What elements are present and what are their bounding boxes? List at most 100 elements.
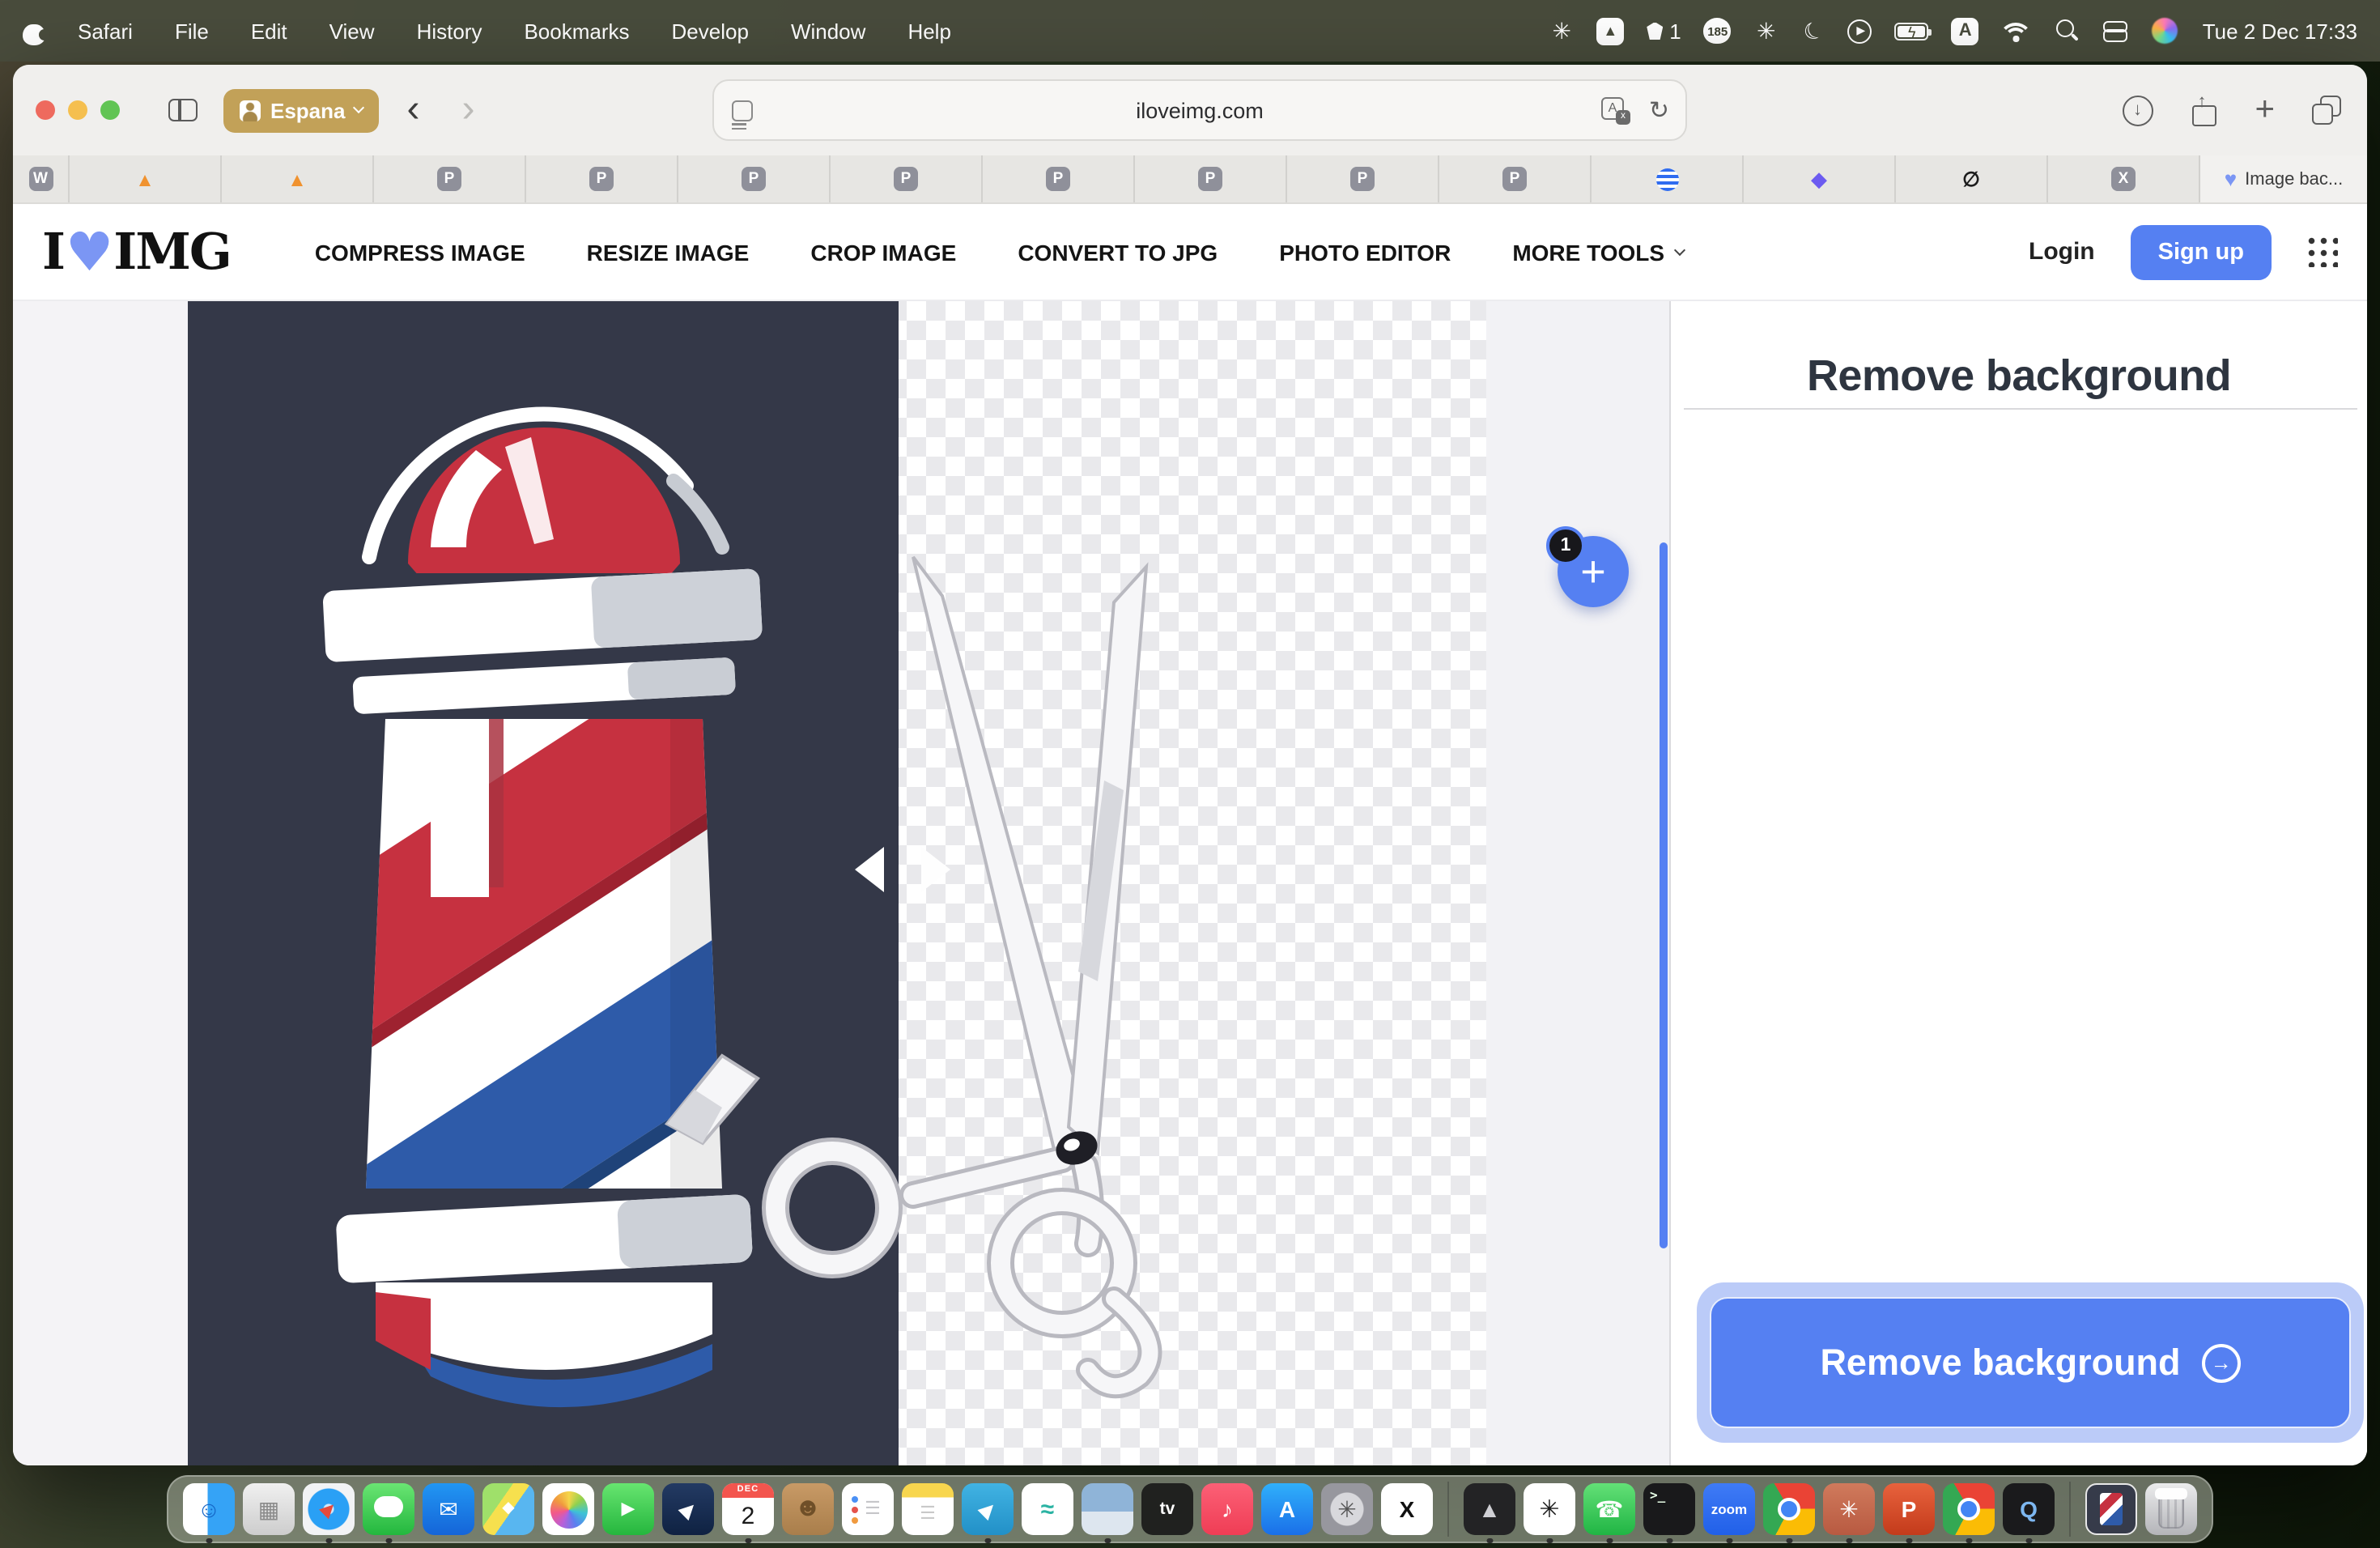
downloads-icon[interactable]: ↓ [2122, 95, 2153, 125]
nav-link[interactable]: CROP IMAGE [810, 239, 956, 265]
chrome-2[interactable] [1943, 1483, 1995, 1535]
apple-tv[interactable]: tv [1141, 1483, 1193, 1535]
pinned-tab-p-4[interactable]: P [829, 155, 981, 202]
spark-icon[interactable]: ✳ [1549, 16, 1574, 45]
whatsapp[interactable]: ☎ [1583, 1483, 1635, 1535]
login-link[interactable]: Login [2029, 238, 2095, 266]
pinned-tab-p-1[interactable]: P [372, 155, 525, 202]
quicktime[interactable]: Q [2003, 1483, 2055, 1535]
pinned-tab-p-2[interactable]: P [525, 155, 677, 202]
panel-scrollbar[interactable] [1660, 542, 1667, 1248]
new-tab-icon[interactable]: + [2255, 91, 2275, 130]
pinned-tab-p-3[interactable]: P [677, 155, 829, 202]
starburst-app[interactable]: ✳ [1823, 1483, 1875, 1535]
nav-link[interactable]: RESIZE IMAGE [587, 239, 750, 265]
telegram[interactable]: ▶ [962, 1483, 1014, 1535]
system-settings[interactable]: ✳ [1321, 1483, 1373, 1535]
active-tab[interactable]: ♥ Image bac... [2199, 155, 2367, 202]
preview-image-app[interactable] [1082, 1483, 1133, 1535]
trash[interactable] [2145, 1483, 2197, 1535]
capcut[interactable]: X [1381, 1483, 1433, 1535]
nav-link[interactable]: PHOTO EDITOR [1279, 239, 1451, 265]
spotlight-search-icon[interactable] [2054, 18, 2080, 44]
menubar-item[interactable]: Help [907, 19, 951, 43]
powerpoint[interactable]: P [1883, 1483, 1935, 1535]
sidebar-toggle-icon[interactable] [168, 99, 198, 121]
menubar-item[interactable]: Develop [672, 19, 749, 43]
control-center-icon[interactable] [2102, 17, 2130, 45]
nav-link[interactable]: MORE TOOLS [1512, 239, 1684, 265]
contacts[interactable]: ☻ [782, 1483, 834, 1535]
chatgpt[interactable]: ✳ [1524, 1483, 1575, 1535]
nav-link[interactable]: COMPRESS IMAGE [315, 239, 525, 265]
input-source-icon[interactable]: A [1952, 17, 1979, 45]
signup-button[interactable]: Sign up [2131, 224, 2272, 279]
battery-percent-185-icon[interactable]: 185 [1704, 16, 1732, 45]
3d-tool[interactable]: ▲ [1464, 1483, 1515, 1535]
play-circle-icon[interactable]: ▶ [1848, 19, 1872, 43]
pinned-tab-p-7[interactable]: P [1286, 155, 1438, 202]
safari[interactable]: ▶ [303, 1483, 355, 1535]
shortcuts-icon[interactable]: ▲ [1596, 17, 1624, 45]
pinned-tab-cloud-2[interactable]: ▲ [220, 155, 372, 202]
compare-slider-right-arrow[interactable] [921, 847, 950, 892]
pinned-tab-diamond[interactable]: ◆ [1742, 155, 1894, 202]
pinned-tab-slash[interactable]: ∅ [1894, 155, 2046, 202]
menubar-item[interactable]: Window [791, 19, 866, 43]
calendar[interactable]: DEC 2 [722, 1483, 774, 1535]
facetime[interactable]: ▶ [602, 1483, 654, 1535]
remove-background-button[interactable]: Remove background → [1710, 1297, 2351, 1428]
share-icon[interactable] [2190, 95, 2217, 125]
terminal[interactable]: >_ [1643, 1483, 1695, 1535]
close-button[interactable] [36, 100, 55, 120]
zoom[interactable]: zoom [1703, 1483, 1755, 1535]
address-bar[interactable]: iloveimg.com ↻ [712, 79, 1687, 141]
reader-view-icon[interactable] [732, 100, 753, 121]
app-store[interactable]: A [1261, 1483, 1313, 1535]
menubar-item[interactable]: History [417, 19, 482, 43]
minimize-button[interactable] [68, 100, 87, 120]
forward-button[interactable]: › [448, 94, 490, 126]
barber-image-file[interactable] [2085, 1483, 2137, 1535]
dock-divider-2[interactable] [2069, 1482, 2071, 1537]
freeform[interactable]: ≈ [1022, 1483, 1073, 1535]
messages[interactable] [363, 1483, 414, 1535]
finder[interactable]: ☺ [183, 1483, 235, 1535]
tab-overview-icon[interactable] [2312, 96, 2341, 125]
maps[interactable]: ◆ [482, 1483, 534, 1535]
chatgpt-icon[interactable]: ✳ [1754, 16, 1779, 45]
notes[interactable]: ☰ [902, 1483, 954, 1535]
zoom-button[interactable] [100, 100, 120, 120]
dock-divider-1[interactable] [1447, 1482, 1449, 1537]
photos[interactable] [542, 1483, 594, 1535]
tab-group-button[interactable]: Espana [223, 88, 380, 132]
menubar-item[interactable]: Edit [251, 19, 287, 43]
pinned-tab-stripes[interactable]: ≋ [1590, 155, 1742, 202]
launchpad[interactable]: ▦ [243, 1483, 295, 1535]
menubar-item[interactable]: File [175, 19, 209, 43]
reload-icon[interactable]: ↻ [1649, 96, 1669, 125]
notification-count-icon[interactable]: 1 [1647, 16, 1681, 45]
pinned-tab-w[interactable]: W [13, 155, 68, 202]
apple-menu-icon[interactable] [23, 17, 45, 45]
menubar-item[interactable]: Safari [78, 19, 133, 43]
chrome[interactable] [1763, 1483, 1815, 1535]
nav-link[interactable]: CONVERT TO JPG [1018, 239, 1218, 265]
menubar-item[interactable]: View [329, 19, 375, 43]
pinned-tab-cloud-1[interactable]: ▲ [68, 155, 220, 202]
telegram-desktop[interactable]: ▶ [662, 1483, 714, 1535]
menubar-item[interactable]: Bookmarks [524, 19, 629, 43]
back-button[interactable]: ‹ [393, 94, 435, 126]
pinned-tab-p-5[interactable]: P [981, 155, 1133, 202]
battery-charging-icon[interactable]: ϟ [1895, 22, 1929, 40]
translate-icon[interactable] [1601, 97, 1630, 125]
reminders[interactable]: ☰ [842, 1483, 894, 1535]
siri-icon[interactable] [2153, 16, 2178, 45]
wifi-icon[interactable] [2002, 20, 2031, 41]
iloveimg-logo[interactable]: I ♥ IMG [42, 220, 231, 283]
mail[interactable]: ✉ [423, 1483, 474, 1535]
focus-moon-icon[interactable]: ☾ [1801, 16, 1825, 45]
compare-slider-left-arrow[interactable] [855, 847, 884, 892]
pinned-tab-p-6[interactable]: P [1133, 155, 1286, 202]
music[interactable]: ♪ [1201, 1483, 1253, 1535]
